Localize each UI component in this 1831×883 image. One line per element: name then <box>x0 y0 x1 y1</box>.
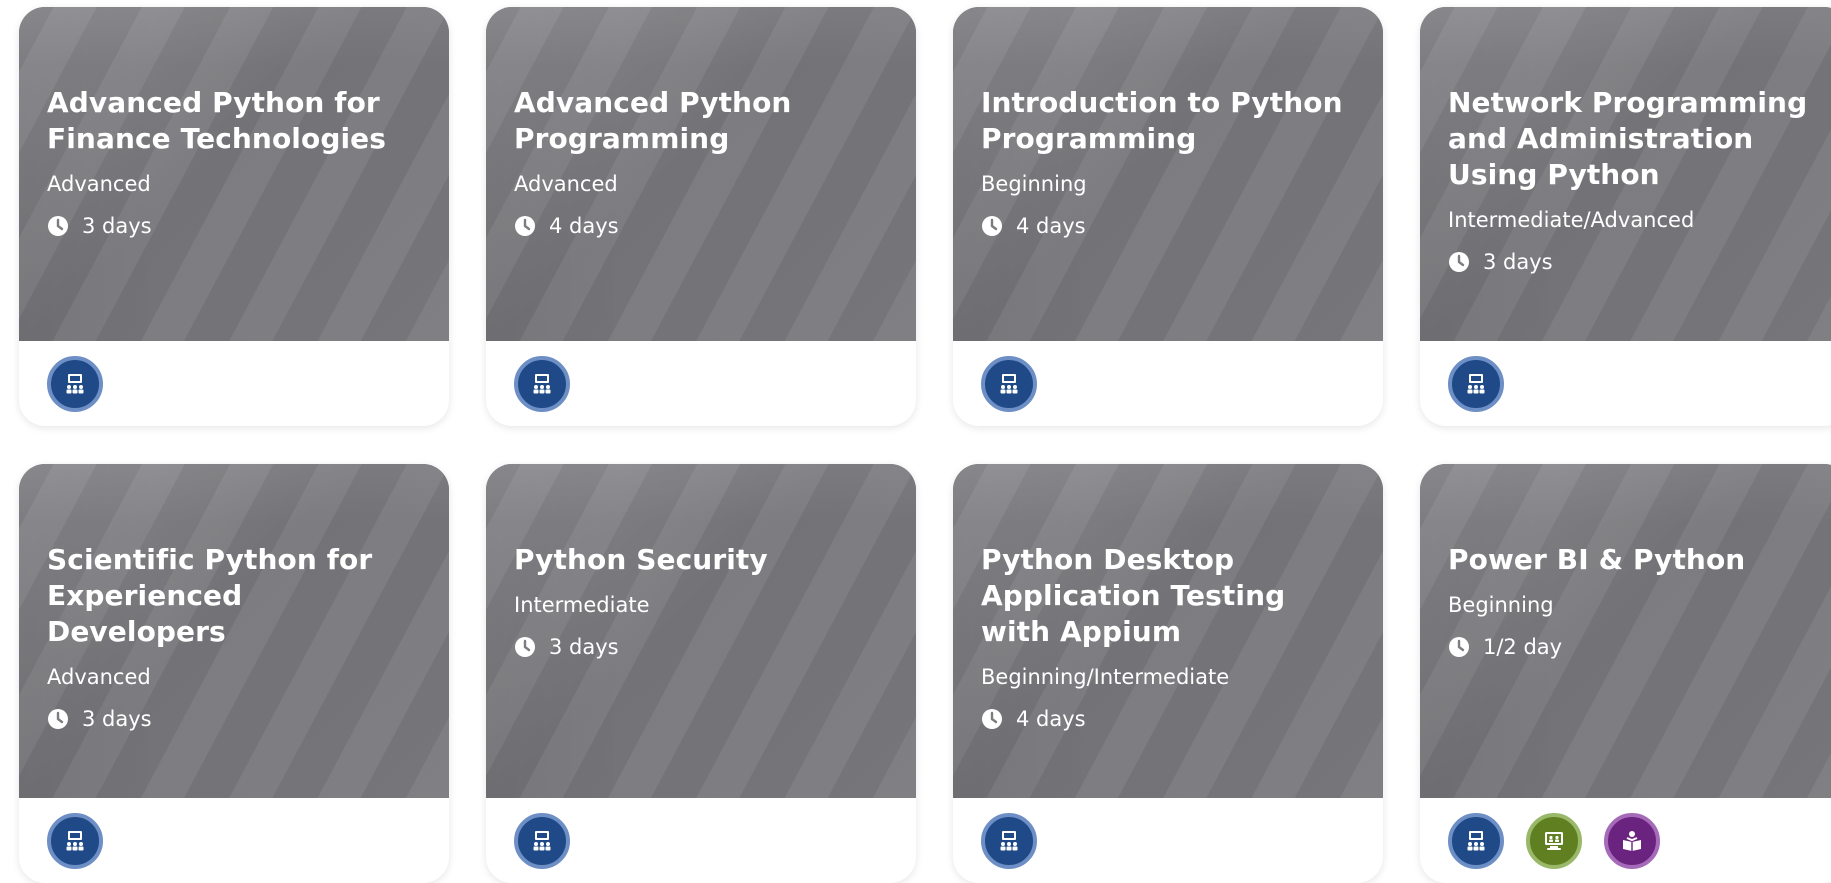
self-paced-icon[interactable] <box>1604 812 1660 869</box>
classroom-icon[interactable] <box>514 812 570 869</box>
course-card-header: Advanced Python Programming Advanced 4 d… <box>486 7 916 341</box>
classroom-icon[interactable] <box>514 355 570 412</box>
course-card[interactable]: Introduction to Python Programming Begin… <box>953 7 1383 426</box>
duration-text: 4 days <box>549 214 619 238</box>
delivery-methods <box>486 798 916 883</box>
clock-icon <box>1449 252 1469 272</box>
classroom-icon[interactable] <box>1448 812 1504 869</box>
course-level: Advanced <box>514 172 618 196</box>
course-duration: 1/2 day <box>1448 634 1822 660</box>
course-title[interactable]: Python Security <box>514 542 888 578</box>
course-duration: 3 days <box>1448 249 1822 275</box>
course-card[interactable]: Python Desktop Application Testing with … <box>953 464 1383 883</box>
course-card-header: Advanced Python for Finance Technologies… <box>19 7 449 341</box>
course-card[interactable]: Power BI & Python Beginning 1/2 day <box>1420 464 1831 883</box>
clock-icon <box>48 216 68 236</box>
classroom-icon[interactable] <box>981 355 1037 412</box>
course-duration: 4 days <box>514 213 888 239</box>
classroom-icon[interactable] <box>981 812 1037 869</box>
delivery-methods <box>953 341 1383 426</box>
course-level: Advanced <box>47 172 151 196</box>
course-card[interactable]: Advanced Python Programming Advanced 4 d… <box>486 7 916 426</box>
delivery-methods <box>19 798 449 883</box>
delivery-methods <box>953 798 1383 883</box>
duration-text: 4 days <box>1016 214 1086 238</box>
course-duration: 4 days <box>981 213 1355 239</box>
clock-icon <box>982 216 1002 236</box>
course-level: Advanced <box>47 665 151 689</box>
delivery-methods <box>1420 798 1831 883</box>
course-level: Beginning/Intermediate <box>981 665 1230 689</box>
course-card-header: Introduction to Python Programming Begin… <box>953 7 1383 341</box>
course-title[interactable]: Network Programming and Administration U… <box>1448 85 1822 193</box>
course-card[interactable]: Network Programming and Administration U… <box>1420 7 1831 426</box>
course-card[interactable]: Python Security Intermediate 3 days <box>486 464 916 883</box>
duration-text: 3 days <box>1483 250 1553 274</box>
course-card[interactable]: Scientific Python for Experienced Develo… <box>19 464 449 883</box>
course-title[interactable]: Scientific Python for Experienced Develo… <box>47 542 421 650</box>
classroom-icon[interactable] <box>1448 355 1504 412</box>
course-level: Intermediate <box>514 593 650 617</box>
course-title[interactable]: Power BI & Python <box>1448 542 1822 578</box>
course-level: Intermediate/Advanced <box>1448 208 1695 232</box>
clock-icon <box>515 216 535 236</box>
course-title[interactable]: Advanced Python for Finance Technologies <box>47 85 421 157</box>
course-duration: 4 days <box>981 706 1355 732</box>
course-level: Beginning <box>981 172 1087 196</box>
clock-icon <box>982 709 1002 729</box>
course-title[interactable]: Introduction to Python Programming <box>981 85 1355 157</box>
course-duration: 3 days <box>514 634 888 660</box>
classroom-icon[interactable] <box>47 812 103 869</box>
duration-text: 3 days <box>82 707 152 731</box>
course-title[interactable]: Python Desktop Application Testing with … <box>981 542 1355 650</box>
course-card-header: Python Security Intermediate 3 days <box>486 464 916 798</box>
course-card-header: Network Programming and Administration U… <box>1420 7 1831 341</box>
course-duration: 3 days <box>47 706 421 732</box>
course-card-header: Scientific Python for Experienced Develo… <box>19 464 449 798</box>
course-level: Beginning <box>1448 593 1554 617</box>
clock-icon <box>48 709 68 729</box>
classroom-icon[interactable] <box>47 355 103 412</box>
course-card[interactable]: Advanced Python for Finance Technologies… <box>19 7 449 426</box>
clock-icon <box>1449 637 1469 657</box>
duration-text: 3 days <box>82 214 152 238</box>
course-card-header: Python Desktop Application Testing with … <box>953 464 1383 798</box>
duration-text: 1/2 day <box>1483 635 1563 659</box>
course-duration: 3 days <box>47 213 421 239</box>
course-card-header: Power BI & Python Beginning 1/2 day <box>1420 464 1831 798</box>
duration-text: 3 days <box>549 635 619 659</box>
virtual-classroom-icon[interactable] <box>1526 812 1582 869</box>
course-title[interactable]: Advanced Python Programming <box>514 85 888 157</box>
duration-text: 4 days <box>1016 707 1086 731</box>
clock-icon <box>515 637 535 657</box>
course-grid: Advanced Python for Finance Technologies… <box>19 7 1831 883</box>
delivery-methods <box>1420 341 1831 426</box>
delivery-methods <box>486 341 916 426</box>
delivery-methods <box>19 341 449 426</box>
